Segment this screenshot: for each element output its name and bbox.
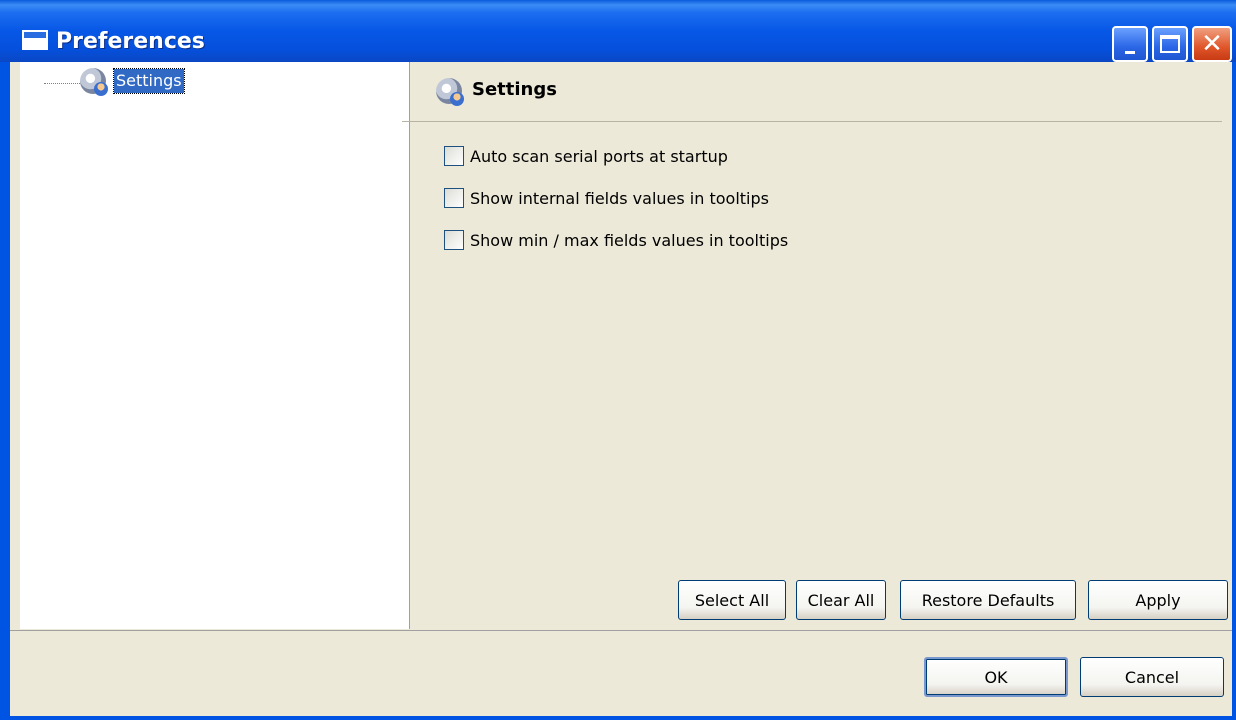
- clear-all-button[interactable]: Clear All: [796, 580, 886, 620]
- dialog-client-area: Settings Settings Auto scan serial ports…: [10, 62, 1232, 720]
- tree-item-settings[interactable]: Settings: [44, 68, 185, 96]
- close-button[interactable]: ✕: [1192, 26, 1232, 62]
- internal-fields-checkbox[interactable]: [444, 188, 464, 208]
- dialog-footer: OK Cancel: [10, 630, 1232, 720]
- window-title: Preferences: [56, 29, 205, 54]
- settings-gear-icon: [436, 78, 464, 106]
- settings-page: Settings Auto scan serial ports at start…: [402, 62, 1228, 629]
- preferences-tree: Settings: [20, 62, 410, 629]
- min-max-checkbox-row[interactable]: Show min / max fields values in tooltips: [444, 228, 788, 252]
- preferences-window: Preferences ✕ Settings Settings Auto sca…: [0, 0, 1236, 720]
- page-title: Settings: [472, 79, 557, 100]
- apply-button[interactable]: Apply: [1088, 580, 1228, 620]
- maximize-icon: [1160, 35, 1180, 53]
- cancel-button[interactable]: Cancel: [1080, 657, 1224, 697]
- minimize-icon: [1125, 50, 1135, 54]
- minimize-button[interactable]: [1112, 26, 1148, 62]
- maximize-button[interactable]: [1152, 26, 1188, 62]
- min-max-checkbox[interactable]: [444, 230, 464, 250]
- restore-defaults-button[interactable]: Restore Defaults: [900, 580, 1076, 620]
- settings-gear-icon: [80, 68, 108, 96]
- title-bar[interactable]: Preferences ✕: [0, 0, 1236, 62]
- settings-header-icon: [436, 78, 464, 106]
- page-header: Settings: [402, 62, 1222, 122]
- internal-fields-label: Show internal fields values in tooltips: [470, 188, 769, 208]
- select-all-button[interactable]: Select All: [678, 580, 786, 620]
- auto-scan-checkbox[interactable]: [444, 146, 464, 166]
- auto-scan-label: Auto scan serial ports at startup: [470, 146, 728, 166]
- window-icon: [22, 30, 48, 50]
- tree-item-label: Settings: [113, 68, 185, 94]
- window-bottom-border: [0, 716, 1236, 720]
- tree-connector: [44, 82, 80, 84]
- min-max-label: Show min / max fields values in tooltips: [470, 230, 789, 250]
- close-icon: ✕: [1201, 29, 1223, 59]
- ok-button[interactable]: OK: [924, 657, 1068, 697]
- internal-fields-checkbox-row[interactable]: Show internal fields values in tooltips: [444, 186, 769, 210]
- auto-scan-checkbox-row[interactable]: Auto scan serial ports at startup: [444, 144, 728, 168]
